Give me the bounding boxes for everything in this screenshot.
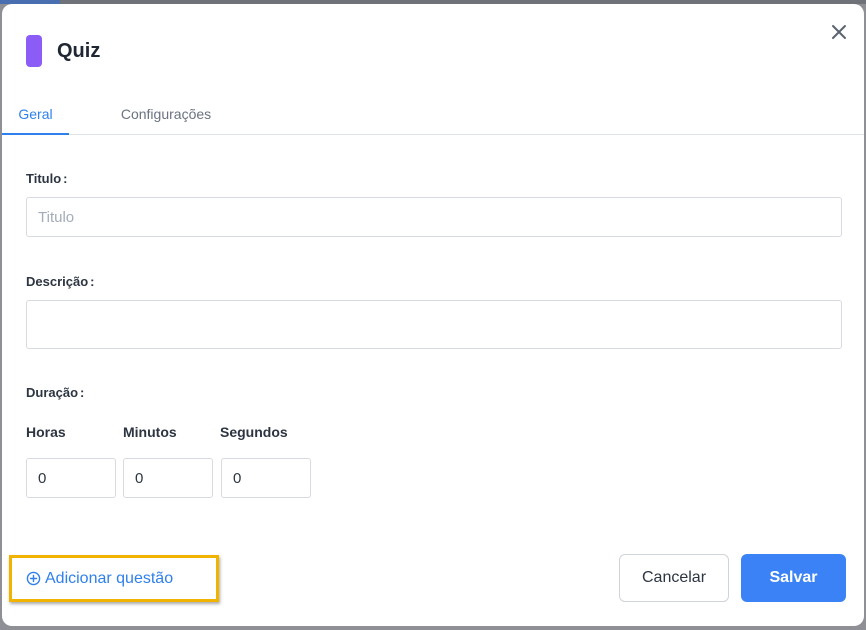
tab-bar: Geral Configurações xyxy=(2,98,864,135)
titulo-label-text: Titulo xyxy=(26,171,62,186)
duracao-label-separator: : xyxy=(80,385,85,400)
quiz-modal: Quiz Geral Configurações Titulo: Descriç… xyxy=(2,4,864,626)
close-button[interactable] xyxy=(828,21,850,43)
tab-geral[interactable]: Geral xyxy=(2,98,69,135)
descricao-label-text: Descrição xyxy=(26,274,89,289)
horas-label: Horas xyxy=(26,424,66,440)
modal-title: Quiz xyxy=(57,40,101,62)
duracao-label-text: Duração xyxy=(26,385,79,400)
minutos-input[interactable] xyxy=(123,458,213,498)
cancel-button[interactable]: Cancelar xyxy=(619,554,729,602)
close-icon xyxy=(832,25,846,39)
horas-input[interactable] xyxy=(26,458,116,498)
titulo-label-separator: : xyxy=(63,171,68,186)
plus-circle-icon xyxy=(26,571,41,586)
tab-configuracoes[interactable]: Configurações xyxy=(114,98,218,135)
descricao-input[interactable] xyxy=(26,300,842,349)
descricao-label: Descrição: xyxy=(26,274,95,289)
minutos-label: Minutos xyxy=(123,424,177,440)
descricao-label-separator: : xyxy=(90,274,95,289)
titulo-input[interactable] xyxy=(26,197,842,237)
segundos-label: Segundos xyxy=(220,424,288,440)
save-button[interactable]: Salvar xyxy=(741,554,846,602)
add-question-label: Adicionar questão xyxy=(45,570,174,587)
add-question-button[interactable]: Adicionar questão xyxy=(9,555,219,602)
segundos-input[interactable] xyxy=(221,458,311,498)
titulo-label: Titulo: xyxy=(26,171,67,186)
quiz-type-badge xyxy=(26,35,42,67)
duracao-label: Duração: xyxy=(26,385,84,400)
